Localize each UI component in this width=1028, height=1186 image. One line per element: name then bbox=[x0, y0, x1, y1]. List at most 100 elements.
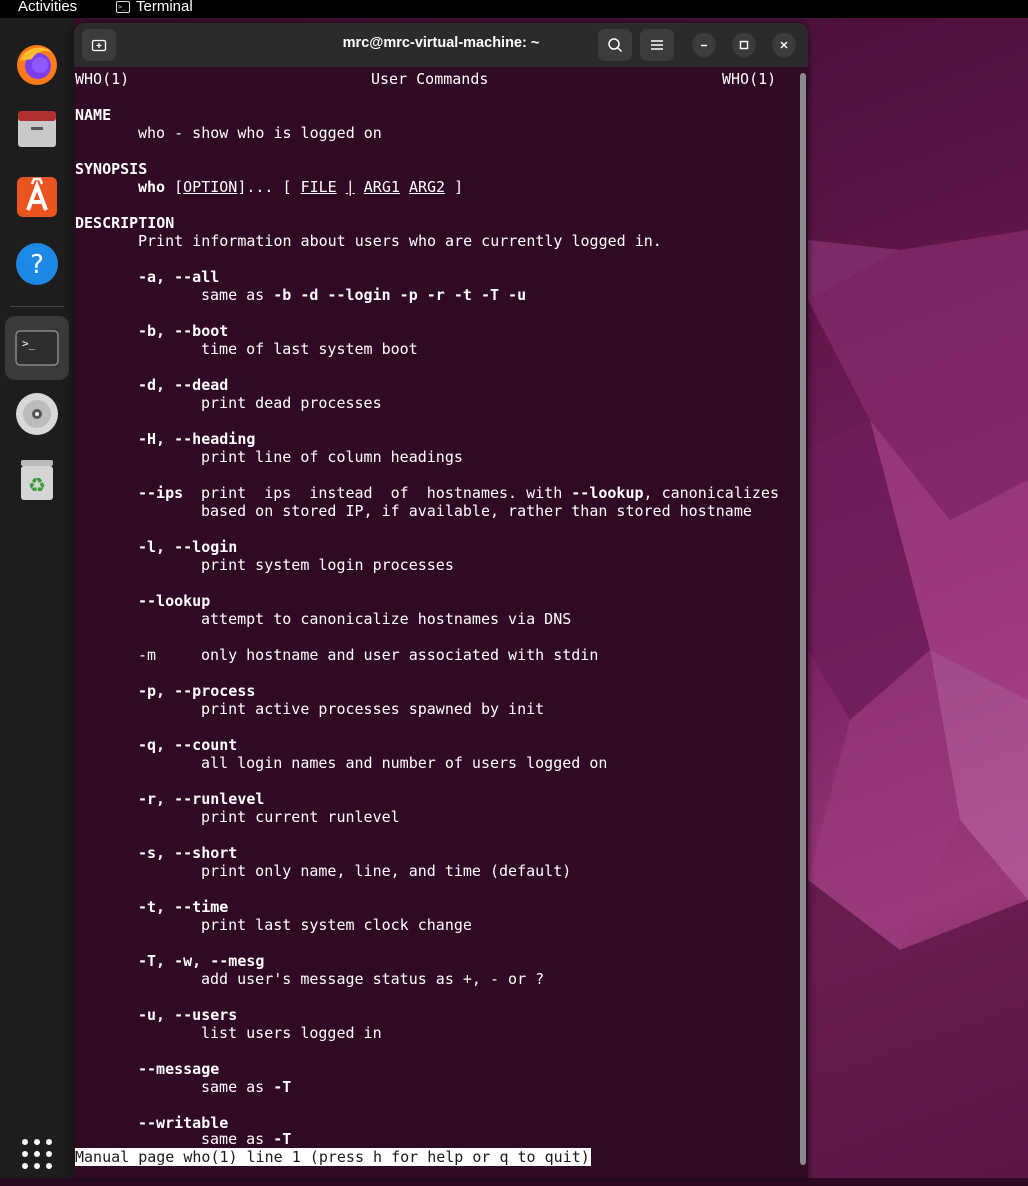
dock-item-disc[interactable] bbox=[5, 382, 69, 446]
option-desc-bold: --lookup bbox=[571, 484, 644, 502]
option-flag: --message bbox=[138, 1060, 220, 1078]
terminal-icon: >_ bbox=[116, 0, 130, 13]
terminal-content[interactable]: WHO(1) User Commands WHO(1) NAME who - s… bbox=[74, 67, 798, 1178]
maximize-button[interactable] bbox=[732, 33, 756, 57]
section-heading-synopsis: SYNOPSIS bbox=[75, 160, 148, 178]
dock-separator bbox=[10, 306, 64, 307]
synopsis-mid: ]... [ bbox=[237, 178, 292, 196]
option-desc: attempt to canonicalize hostnames via DN… bbox=[201, 610, 572, 628]
option-flag: -T, -w, --mesg bbox=[138, 952, 265, 970]
option-desc-bold: -T bbox=[273, 1130, 292, 1144]
man-header-center: User Commands bbox=[371, 70, 489, 88]
option-flag: -s, --short bbox=[138, 844, 238, 862]
close-button[interactable] bbox=[772, 33, 796, 57]
minimize-button[interactable] bbox=[692, 33, 716, 57]
close-icon bbox=[780, 41, 788, 49]
trash-icon: ♻ bbox=[21, 460, 53, 500]
synopsis-arg2: ARG2 bbox=[408, 178, 446, 196]
title-bar[interactable]: mrc@mrc-virtual-machine: ~ bbox=[74, 23, 808, 67]
option-desc: print last system clock change bbox=[201, 916, 472, 934]
svg-text:>_: >_ bbox=[22, 337, 36, 350]
dock-item-trash[interactable]: ♻ bbox=[5, 448, 69, 512]
help-icon: ? bbox=[16, 243, 58, 285]
scrollbar-thumb[interactable] bbox=[800, 73, 806, 1165]
synopsis-option: OPTION bbox=[183, 178, 238, 196]
files-icon bbox=[18, 111, 56, 147]
maximize-icon bbox=[739, 40, 749, 50]
minimize-icon bbox=[701, 44, 707, 47]
option-desc: list users logged in bbox=[201, 1024, 382, 1042]
option-desc: print active processes spawned by init bbox=[201, 700, 545, 718]
dock-item-show-apps[interactable] bbox=[5, 1122, 69, 1186]
option-desc-prefix: same as bbox=[201, 1130, 274, 1144]
option-flag: -q, --count bbox=[138, 736, 238, 754]
synopsis-close: ] bbox=[454, 178, 464, 196]
synopsis-command: who bbox=[138, 178, 166, 196]
synopsis-open: [ bbox=[174, 178, 184, 196]
option-desc-part: print ips instead of hostnames. with bbox=[201, 484, 572, 502]
synopsis-line: who [OPTION]... [ FILE | ARG1 ARG2 ] bbox=[138, 178, 463, 196]
option-desc: based on stored IP, if available, rather… bbox=[201, 502, 752, 520]
option-flag: -p, --process bbox=[138, 682, 256, 700]
synopsis-pipe: | bbox=[345, 178, 355, 196]
terminal-icon: >_ bbox=[15, 330, 59, 366]
section-heading-description: DESCRIPTION bbox=[75, 214, 175, 232]
option-desc: same as -T bbox=[201, 1130, 291, 1144]
synopsis-file: FILE bbox=[300, 178, 337, 196]
hamburger-menu-icon bbox=[651, 40, 663, 50]
option-flag: -H, --heading bbox=[138, 430, 256, 448]
option-desc: only hostname and user associated with s… bbox=[201, 646, 599, 664]
app-menu-label: Terminal bbox=[136, 0, 193, 15]
svg-text:♻: ♻ bbox=[28, 473, 46, 497]
option-flag: -l, --login bbox=[138, 538, 238, 556]
option-flag: --lookup bbox=[138, 592, 211, 610]
app-grid-icon bbox=[22, 1139, 52, 1169]
option-desc: time of last system boot bbox=[201, 340, 418, 358]
pager-status-line: Manual page who(1) line 1 (press h for h… bbox=[75, 1148, 591, 1166]
option-desc-bold: -T bbox=[273, 1078, 292, 1096]
option-flag: -m bbox=[138, 646, 157, 664]
option-desc: all login names and number of users logg… bbox=[201, 754, 608, 772]
option-desc-part: , canonicalizes bbox=[643, 484, 779, 502]
option-desc: print system login processes bbox=[201, 556, 454, 574]
software-store-icon bbox=[17, 177, 57, 217]
option-flag: -b, --boot bbox=[138, 322, 229, 340]
option-desc: print current runlevel bbox=[201, 808, 400, 826]
option-desc: print dead processes bbox=[201, 394, 382, 412]
search-icon bbox=[608, 38, 623, 53]
option-flag: -a, --all bbox=[138, 268, 220, 286]
description-text: Print information about users who are cu… bbox=[138, 232, 662, 250]
option-flag: -t, --time bbox=[138, 898, 229, 916]
dock: ? >_ ♻ bbox=[0, 18, 74, 1178]
option-desc-bold: -b -d --login -p -r -t -T -u bbox=[273, 286, 527, 304]
activities-button[interactable]: Activities bbox=[18, 0, 77, 15]
option-desc: same as -b -d --login -p -r -t -T -u bbox=[201, 286, 526, 304]
option-desc: print ips instead of hostnames. with --l… bbox=[201, 484, 779, 502]
name-text: who - show who is logged on bbox=[138, 124, 382, 142]
option-desc-prefix: same as bbox=[201, 1078, 274, 1096]
option-desc-prefix: same as bbox=[201, 286, 274, 304]
man-header-left: WHO(1) bbox=[75, 70, 130, 88]
search-button[interactable] bbox=[598, 29, 632, 61]
option-desc: same as -T bbox=[201, 1078, 291, 1096]
app-menu[interactable]: >_ Terminal bbox=[116, 0, 193, 15]
option-flag: --ips bbox=[138, 484, 184, 502]
top-bar: Activities >_ Terminal bbox=[0, 0, 1028, 18]
terminal-window: mrc@mrc-virtual-machine: ~ WHO(1) User C… bbox=[74, 23, 808, 1178]
dock-item-help[interactable]: ? bbox=[5, 232, 69, 296]
disc-icon bbox=[16, 393, 58, 435]
dock-item-files[interactable] bbox=[5, 98, 69, 162]
option-flag: -d, --dead bbox=[138, 376, 229, 394]
option-desc: print line of column headings bbox=[201, 448, 463, 466]
synopsis-arg1: ARG1 bbox=[363, 178, 400, 196]
svg-text:?: ? bbox=[30, 250, 44, 280]
dock-item-firefox[interactable] bbox=[5, 32, 69, 96]
option-flag: -r, --runlevel bbox=[138, 790, 265, 808]
dock-item-software[interactable] bbox=[5, 165, 69, 229]
option-desc: print only name, line, and time (default… bbox=[201, 862, 572, 880]
section-heading-name: NAME bbox=[75, 106, 112, 124]
menu-button[interactable] bbox=[640, 29, 674, 61]
option-desc: add user's message status as +, - or ? bbox=[201, 970, 545, 988]
man-header-right: WHO(1) bbox=[722, 70, 777, 88]
dock-item-terminal[interactable]: >_ bbox=[5, 316, 69, 380]
